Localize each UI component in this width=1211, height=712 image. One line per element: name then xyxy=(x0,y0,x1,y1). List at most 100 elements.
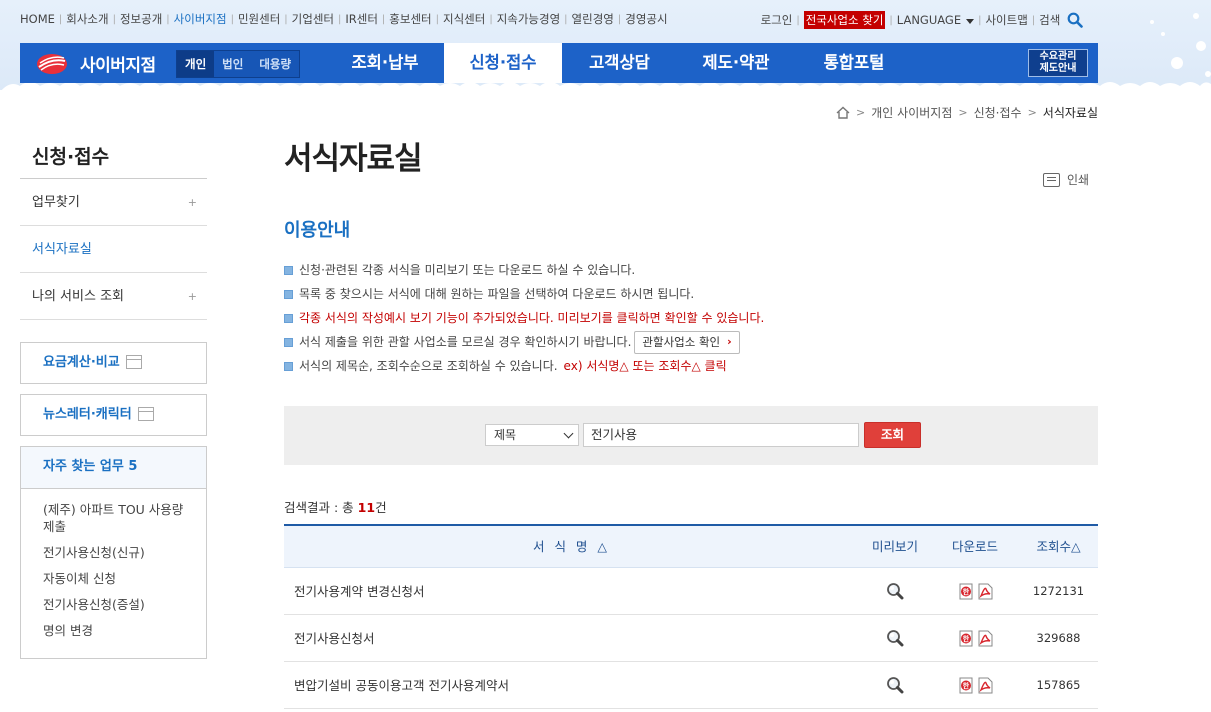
segment-large-volume[interactable]: 대용량 xyxy=(251,51,300,77)
sort-by-title[interactable]: 서 식 명 △ xyxy=(284,526,859,567)
preview-magnifier-icon[interactable] xyxy=(886,582,904,600)
faq-item[interactable]: (제주) 아파트 TOU 사용량 제출 xyxy=(43,501,194,535)
demand-management-button[interactable]: 수요관리 제도안내 xyxy=(1028,49,1088,77)
svg-text:한: 한 xyxy=(962,587,969,596)
pdf-file-icon[interactable] xyxy=(977,677,993,694)
view-count: 1272131 xyxy=(1032,584,1085,598)
faq-title: 자주 찾는 업무 5 xyxy=(21,447,206,489)
bullet-icon xyxy=(284,361,293,371)
search-panel: 제목 전기사용 조회 xyxy=(284,406,1098,465)
util-link-business[interactable]: 기업센터 xyxy=(292,11,334,27)
new-window-icon xyxy=(125,354,142,369)
print-button[interactable]: 인쇄 xyxy=(1043,171,1089,188)
search-input[interactable]: 전기사용 xyxy=(583,423,859,447)
form-table: 서 식 명 △ 미리보기 다운로드 조회수△ 전기사용계약 변경신청서 한 12… xyxy=(284,524,1098,709)
rate-calculator-link[interactable]: 요금계산·비교 xyxy=(20,342,207,384)
bullet-icon xyxy=(284,265,293,275)
util-link-home[interactable]: HOME xyxy=(20,12,55,26)
util-link-sustainability[interactable]: 지속가능경영 xyxy=(497,11,560,27)
gnb-menu: 조회·납부 신청·접수 고객상담 제도·약관 통합포털 xyxy=(326,43,913,83)
kepco-logo-icon xyxy=(37,53,67,74)
hwp-file-icon[interactable]: 한 xyxy=(958,630,974,647)
sidebar-item-find-task[interactable]: 업무찾기 + xyxy=(20,179,207,226)
faq-item[interactable]: 자동이체 신청 xyxy=(43,570,194,587)
breadcrumb-item[interactable]: 신청·접수 xyxy=(974,104,1022,121)
sidebar-item-label: 나의 서비스 조회 xyxy=(32,289,124,304)
sidebar: 신청·접수 업무찾기 + 서식자료실 나의 서비스 조회 + 요금계산·비교 뉴… xyxy=(20,140,207,659)
util-link-disclosure[interactable]: 정보공개 xyxy=(120,11,162,27)
menu-inquiry-payment[interactable]: 조회·납부 xyxy=(326,43,444,83)
bullet-icon xyxy=(284,337,293,347)
guide-text: 목록 중 찾으시는 서식에 대해 원하는 파일을 선택하여 다운로드 하시면 됩… xyxy=(299,287,695,301)
faq-item[interactable]: 전기사용신청(증설) xyxy=(43,596,194,613)
segment-corporate[interactable]: 법인 xyxy=(214,51,252,77)
sidebar-item-form-library[interactable]: 서식자료실 xyxy=(20,226,207,273)
login-link[interactable]: 로그인 xyxy=(761,12,793,28)
menu-application[interactable]: 신청·접수 xyxy=(444,43,562,83)
guide-item: 서식의 제목순, 조회수순으로 조회하실 수 있습니다. ex) 서식명△ 또는 … xyxy=(284,354,764,378)
util-link-about[interactable]: 회사소개 xyxy=(66,11,108,27)
brand-logo-link[interactable]: 사이버지점 xyxy=(34,51,156,76)
search-field-select[interactable]: 제목 xyxy=(485,424,579,446)
util-link-knowledge[interactable]: 지식센터 xyxy=(443,11,485,27)
language-dropdown[interactable]: LANGUAGE xyxy=(896,13,975,27)
menu-integrated-portal[interactable]: 통합포털 xyxy=(795,43,913,83)
plus-icon: + xyxy=(187,290,197,303)
preview-magnifier-icon[interactable] xyxy=(886,629,904,647)
bullet-icon xyxy=(284,313,293,323)
language-label: LANGUAGE xyxy=(896,13,962,27)
menu-policy-terms[interactable]: 제도·약관 xyxy=(677,43,795,83)
sitemap-link[interactable]: 사이트맵 xyxy=(985,12,1027,28)
bullet-icon xyxy=(284,289,293,299)
search-button[interactable]: 조회 xyxy=(864,422,921,448)
office-finder-link[interactable]: 전국사업소 찾기 xyxy=(803,11,886,29)
faq-box: 자주 찾는 업무 5 (제주) 아파트 TOU 사용량 제출 전기사용신청(신규… xyxy=(20,446,207,659)
demand-management-line1: 수요관리 xyxy=(1039,51,1077,62)
faq-list: (제주) 아파트 TOU 사용량 제출 전기사용신청(신규) 자동이체 신청 전… xyxy=(21,489,206,658)
pdf-file-icon[interactable] xyxy=(977,630,993,647)
newsletter-link[interactable]: 뉴스레터·캐릭터 xyxy=(20,394,207,436)
table-header: 서 식 명 △ 미리보기 다운로드 조회수△ xyxy=(284,526,1098,568)
breadcrumb-item[interactable]: 개인 사이버지점 xyxy=(871,104,952,121)
form-title[interactable]: 전기사용계약 변경신청서 xyxy=(284,568,859,614)
table-row: 변압기설비 공동이용고객 전기사용계약서 한 157865 xyxy=(284,662,1098,709)
search-label: 검색 xyxy=(1039,12,1061,27)
newsletter-label: 뉴스레터·캐릭터 xyxy=(43,407,132,422)
section-title: 이용안내 xyxy=(284,220,351,241)
office-check-label: 관할사업소 확인 xyxy=(642,335,721,349)
home-icon[interactable] xyxy=(836,106,850,119)
search-field-value: 제목 xyxy=(494,428,517,442)
util-link-mgmt-disclosure[interactable]: 경영공시 xyxy=(625,11,667,27)
search-link[interactable]: 검색 xyxy=(1039,12,1083,29)
util-link-open[interactable]: 열린경영 xyxy=(572,11,614,27)
guide-text: 서식의 제목순, 조회수순으로 조회하실 수 있습니다. xyxy=(299,359,558,373)
pdf-file-icon[interactable] xyxy=(977,583,993,600)
sidebar-item-my-service[interactable]: 나의 서비스 조회 + xyxy=(20,273,207,320)
form-title[interactable]: 변압기설비 공동이용고객 전기사용계약서 xyxy=(284,662,859,708)
faq-item[interactable]: 명의 변경 xyxy=(43,622,194,639)
customer-type-switch: 개인 법인 대용량 xyxy=(176,50,301,78)
caret-down-icon xyxy=(966,19,975,24)
hwp-file-icon[interactable]: 한 xyxy=(958,677,974,694)
col-preview: 미리보기 xyxy=(871,539,918,554)
sidebar-title: 신청·접수 xyxy=(20,142,207,179)
sort-by-views[interactable]: 조회수△ xyxy=(1019,526,1098,567)
faq-item[interactable]: 전기사용신청(신규) xyxy=(43,544,194,561)
utility-nav-right: 로그인 | 전국사업소 찾기 | LANGUAGE | 사이트맵 | 검색 xyxy=(761,11,1083,29)
guide-text: 신청·관련된 각종 서식을 미리보기 또는 다운로드 하실 수 있습니다. xyxy=(299,263,636,277)
util-link-cyber-branch[interactable]: 사이버지점 xyxy=(174,11,227,27)
table-row: 전기사용신청서 한 329688 xyxy=(284,615,1098,662)
sidebar-item-label: 서식자료실 xyxy=(32,242,92,257)
segment-personal[interactable]: 개인 xyxy=(177,51,215,77)
preview-magnifier-icon[interactable] xyxy=(886,676,904,694)
util-link-ir[interactable]: IR센터 xyxy=(345,11,378,27)
utility-nav: HOME | 회사소개 | 정보공개 | 사이버지점 | 민원센터 | 기업센터 | IR센… xyxy=(20,11,668,27)
util-link-pr[interactable]: 홍보센터 xyxy=(389,11,431,27)
print-icon xyxy=(1043,172,1060,187)
hwp-file-icon[interactable]: 한 xyxy=(958,583,974,600)
util-link-civil[interactable]: 민원센터 xyxy=(238,11,280,27)
guide-item: 신청·관련된 각종 서식을 미리보기 또는 다운로드 하실 수 있습니다. xyxy=(284,258,764,282)
office-check-button[interactable]: 관할사업소 확인 › xyxy=(634,330,740,354)
form-title[interactable]: 전기사용신청서 xyxy=(284,615,859,661)
menu-consultation[interactable]: 고객상담 xyxy=(562,43,677,83)
